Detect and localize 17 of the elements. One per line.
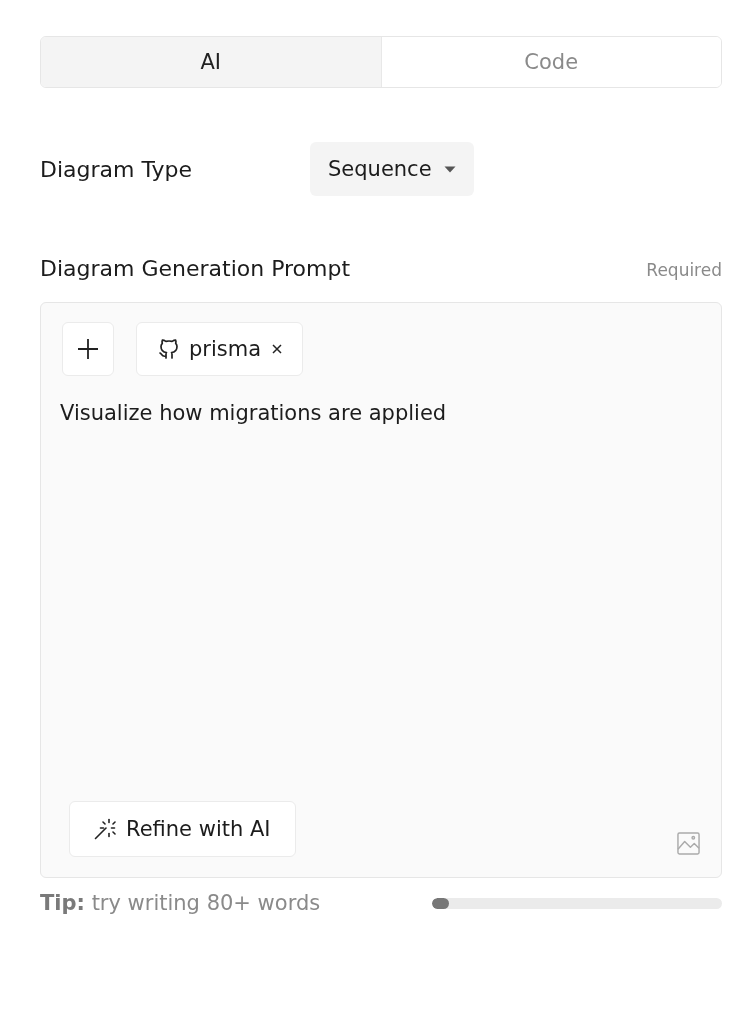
mode-tab[interactable]: AI (41, 37, 382, 87)
prompt-field[interactable]: prisma Visualize how migrations are applied Refine with AI (40, 302, 722, 878)
close-icon (272, 344, 283, 354)
diagram-type-dropdown[interactable]: Sequence (310, 142, 474, 196)
refine-button[interactable]: Refine with AI (69, 801, 296, 857)
prompt-input[interactable]: Visualize how migrations are applied (41, 400, 721, 801)
github-icon (157, 337, 181, 361)
tip-text: Tip: try writing 80+ words (40, 891, 321, 915)
plus-icon (77, 338, 99, 360)
required-hint: Required (646, 260, 722, 280)
field-label: Diagram Type (40, 156, 193, 182)
caret-icon (443, 165, 456, 173)
remove-button[interactable] (270, 342, 285, 356)
chip-label: prisma (189, 337, 262, 361)
magic-wand-icon (94, 818, 116, 840)
add-button[interactable] (62, 322, 114, 376)
field-label: Diagram Generation Prompt (40, 256, 351, 281)
